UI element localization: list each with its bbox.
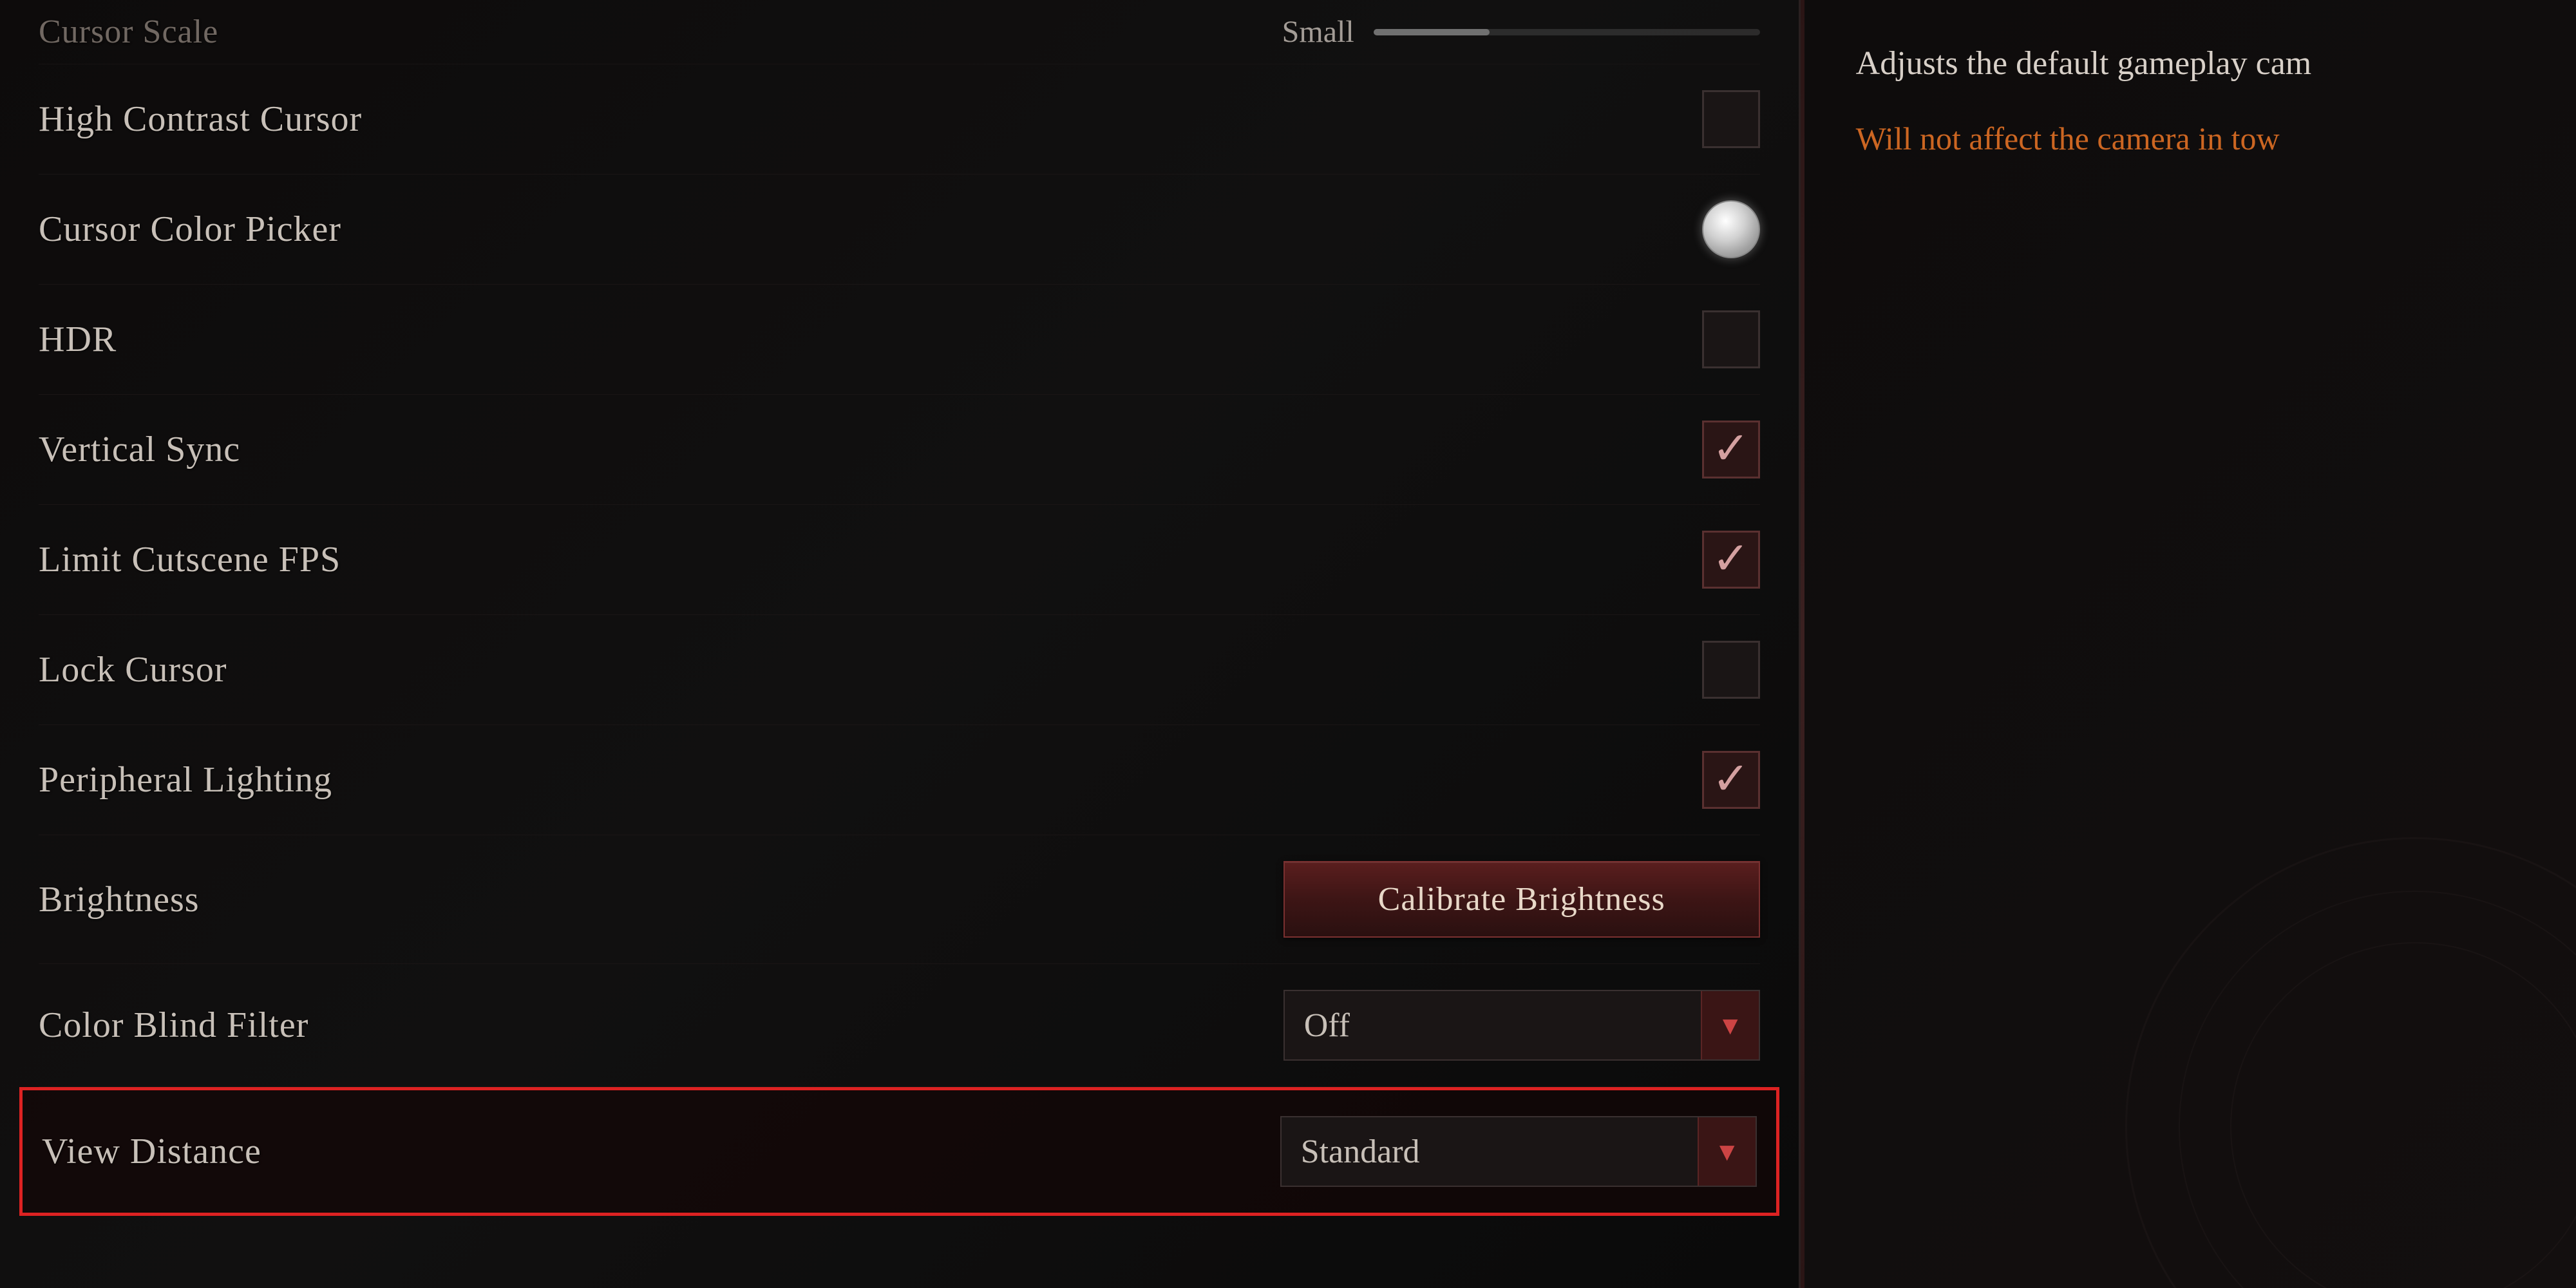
lock-cursor-checkbox[interactable] [1702, 641, 1760, 699]
cursor-scale-track[interactable] [1374, 29, 1760, 35]
view-distance-control: Standard ▼ [1280, 1116, 1757, 1187]
high-contrast-cursor-checkbox[interactable] [1702, 90, 1760, 148]
lock-cursor-control [1702, 641, 1760, 699]
view-distance-value: Standard [1282, 1133, 1698, 1171]
color-blind-filter-row: Color Blind Filter Off ▼ [39, 964, 1760, 1087]
cursor-color-picker-row: Cursor Color Picker [39, 175, 1760, 285]
color-blind-filter-label: Color Blind Filter [39, 1005, 308, 1046]
limit-cutscene-fps-checkmark: ✓ [1712, 537, 1750, 582]
hdr-checkbox[interactable] [1702, 310, 1760, 368]
info-panel: Adjusts the default gameplay cam Will no… [1804, 0, 2576, 1288]
vertical-sync-checkbox[interactable]: ✓ [1702, 421, 1760, 478]
vertical-sync-label: Vertical Sync [39, 429, 240, 470]
brightness-control: Calibrate Brightness [1283, 861, 1760, 938]
high-contrast-cursor-row: High Contrast Cursor [39, 64, 1760, 175]
limit-cutscene-fps-row: Limit Cutscene FPS ✓ [39, 505, 1760, 615]
peripheral-lighting-checkmark: ✓ [1712, 757, 1750, 802]
color-blind-filter-dropdown[interactable]: Off ▼ [1283, 990, 1760, 1061]
info-description: Adjusts the default gameplay cam [1856, 39, 2524, 89]
cursor-scale-fill [1374, 29, 1490, 35]
peripheral-lighting-checkbox[interactable]: ✓ [1702, 751, 1760, 809]
brightness-row: Brightness Calibrate Brightness [39, 835, 1760, 964]
cursor-color-picker-label: Cursor Color Picker [39, 209, 341, 250]
lock-cursor-row: Lock Cursor [39, 615, 1760, 725]
peripheral-lighting-control: ✓ [1702, 751, 1760, 809]
color-blind-filter-value: Off [1285, 1007, 1701, 1045]
color-blind-filter-control: Off ▼ [1283, 990, 1760, 1061]
hdr-control [1702, 310, 1760, 368]
brightness-label: Brightness [39, 879, 200, 920]
cursor-scale-slider-container: Small [1282, 14, 1760, 50]
peripheral-lighting-label: Peripheral Lighting [39, 759, 332, 800]
high-contrast-cursor-label: High Contrast Cursor [39, 99, 362, 140]
limit-cutscene-fps-label: Limit Cutscene FPS [39, 539, 341, 580]
cursor-scale-control: Small [1282, 14, 1760, 50]
view-distance-dropdown[interactable]: Standard ▼ [1280, 1116, 1757, 1187]
color-blind-filter-arrow: ▼ [1701, 991, 1759, 1059]
hdr-label: HDR [39, 319, 117, 360]
decorative-circle [2125, 837, 2576, 1288]
limit-cutscene-fps-control: ✓ [1702, 531, 1760, 589]
cursor-scale-row: Cursor Scale Small [39, 0, 1760, 64]
high-contrast-cursor-control [1702, 90, 1760, 148]
limit-cutscene-fps-checkbox[interactable]: ✓ [1702, 531, 1760, 589]
info-warning: Will not affect the camera in tow [1856, 115, 2524, 163]
cursor-color-circle[interactable] [1702, 200, 1760, 258]
cursor-scale-value: Small [1282, 14, 1354, 50]
view-distance-arrow: ▼ [1698, 1117, 1756, 1186]
calibrate-brightness-button[interactable]: Calibrate Brightness [1283, 861, 1760, 938]
cursor-color-picker-control [1702, 200, 1760, 258]
hdr-row: HDR [39, 285, 1760, 395]
lock-cursor-label: Lock Cursor [39, 649, 227, 690]
cursor-scale-label: Cursor Scale [39, 13, 218, 51]
view-distance-row: View Distance Standard ▼ [19, 1087, 1779, 1216]
vertical-sync-row: Vertical Sync ✓ [39, 395, 1760, 505]
vertical-sync-checkmark: ✓ [1712, 427, 1750, 472]
view-distance-label: View Distance [42, 1131, 261, 1172]
peripheral-lighting-row: Peripheral Lighting ✓ [39, 725, 1760, 835]
settings-panel: Cursor Scale Small High Contrast Cursor … [0, 0, 1801, 1288]
vertical-sync-control: ✓ [1702, 421, 1760, 478]
